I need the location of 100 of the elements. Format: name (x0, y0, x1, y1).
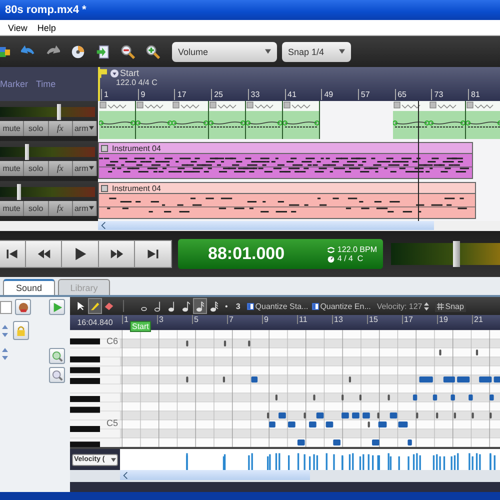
bar-number: 7 (227, 315, 234, 324)
play-icon (52, 302, 62, 312)
dotted-note-button[interactable]: • (222, 302, 231, 310)
track-button[interactable]: arm (72, 120, 97, 136)
slider-thumb[interactable] (56, 104, 61, 120)
zoom-in-icon[interactable] (146, 44, 160, 58)
triplet-button[interactable]: 3 (232, 302, 244, 310)
slider-thumb[interactable] (453, 241, 460, 267)
bar-number: 9 (138, 89, 146, 100)
bar-number: 33 (248, 89, 260, 100)
input-field[interactable] (0, 300, 12, 314)
caret-icon (265, 49, 271, 54)
preview-play-button[interactable] (49, 299, 65, 315)
bar-number: 73 (431, 89, 444, 100)
quantize-button[interactable]: Quantize En... (312, 302, 371, 310)
dropdown[interactable]: Snap 1/4 (282, 42, 351, 62)
figure-icon (18, 302, 28, 312)
caret-icon (89, 206, 94, 210)
instrument-button[interactable] (15, 299, 31, 315)
clip-name: Instrument 04 (112, 184, 161, 192)
marker-icon (110, 69, 119, 78)
caret-icon (111, 458, 116, 462)
track-button[interactable]: mute (0, 120, 24, 136)
slider-thumb[interactable] (24, 144, 29, 160)
pencil-tool[interactable] (89, 299, 101, 313)
time-button[interactable]: Time (36, 79, 56, 89)
track-button[interactable]: fx (48, 120, 73, 136)
bar-number: 11 (297, 315, 308, 324)
track-button[interactable]: fx (48, 200, 73, 216)
track-button[interactable]: solo (24, 160, 48, 176)
pattern-clip[interactable] (466, 101, 500, 139)
bar-number: 19 (437, 315, 448, 324)
thirtysecond-note-button[interactable] (208, 299, 220, 313)
quantize-button[interactable]: Quantize Sta... (247, 302, 308, 310)
pattern-clip[interactable] (209, 101, 246, 139)
pattern-clip[interactable] (392, 101, 430, 139)
disc-icon[interactable] (71, 44, 85, 58)
pattern-clip[interactable] (282, 101, 320, 139)
sixteenth-note-icon (196, 300, 204, 312)
marker-button[interactable]: Marker (0, 79, 28, 89)
horizontal-scrollbar[interactable] (98, 221, 434, 230)
metronome-icon (327, 254, 336, 262)
rewind-button[interactable] (26, 240, 62, 268)
spinner-arrows[interactable] (0, 323, 10, 338)
instrument-clip[interactable]: Instrument 04 (98, 182, 476, 219)
time-readout: 88:01.000 (208, 244, 285, 264)
eighth-note-button[interactable] (180, 299, 192, 313)
pointer-tool[interactable] (75, 299, 87, 313)
pattern-clip[interactable] (172, 101, 210, 139)
instrument-clip[interactable]: Instrument 04 (98, 142, 473, 179)
menu-item[interactable]: Help (37, 22, 56, 32)
slider-thumb[interactable] (17, 184, 21, 200)
sixteenth-note-button[interactable] (194, 299, 206, 313)
blocks-icon[interactable] (0, 44, 10, 58)
zoom-out-button[interactable] (49, 367, 65, 383)
clip-name: Instrument 04 (112, 144, 161, 152)
lock-button[interactable] (13, 321, 29, 340)
spinner-arrows-icon[interactable] (424, 302, 430, 310)
snap-button[interactable]: Snap (435, 300, 466, 312)
dropdown[interactable]: Volume (172, 42, 277, 62)
pattern-clip[interactable] (246, 101, 283, 139)
caret-icon (89, 166, 94, 170)
lock-icon (16, 324, 26, 336)
eighth-note-icon (182, 300, 190, 312)
zoom-in-button[interactable] (49, 348, 65, 364)
bar-number: 21 (472, 315, 483, 324)
track-button[interactable]: fx (48, 160, 73, 176)
zoom-in-icon (52, 350, 62, 362)
horizontal-scrollbar[interactable] (120, 470, 310, 480)
track-button[interactable]: mute (0, 160, 24, 176)
skip-end-button[interactable] (135, 240, 172, 268)
export-icon[interactable] (96, 44, 110, 58)
zoom-out-icon (52, 370, 62, 380)
track-button[interactable]: solo (24, 120, 48, 136)
pattern-clip[interactable] (429, 101, 466, 139)
fast-forward-button[interactable] (98, 240, 136, 268)
menu-item[interactable]: View (8, 22, 28, 32)
key-label: C6 (106, 336, 118, 346)
track-button[interactable]: arm (72, 160, 97, 176)
tempo-readout: 122.0 BPM (337, 245, 377, 254)
quarter-note-icon (168, 300, 176, 312)
track-button[interactable]: mute (0, 200, 24, 216)
track-button[interactable]: arm (72, 200, 97, 216)
master-volume-slider[interactable] (391, 243, 500, 265)
bar-number: 17 (174, 89, 186, 100)
zoom-out-icon[interactable] (121, 44, 135, 58)
play-button[interactable] (62, 240, 99, 268)
bar-number: 41 (284, 89, 296, 100)
tab[interactable]: Sound (3, 279, 55, 295)
start-marker: Start (120, 68, 140, 78)
skip-start-button[interactable] (0, 240, 26, 268)
bar-number: 13 (332, 315, 343, 324)
track-button[interactable]: solo (24, 200, 48, 216)
fast-forward-icon (110, 247, 124, 261)
spinner-arrows[interactable] (0, 346, 10, 361)
window-title: 80s romp.mx4 * (5, 4, 86, 16)
pattern-clip[interactable] (99, 101, 136, 139)
pattern-clip[interactable] (136, 101, 173, 139)
bar-number: 17 (402, 315, 413, 324)
clip-icon (101, 144, 108, 152)
